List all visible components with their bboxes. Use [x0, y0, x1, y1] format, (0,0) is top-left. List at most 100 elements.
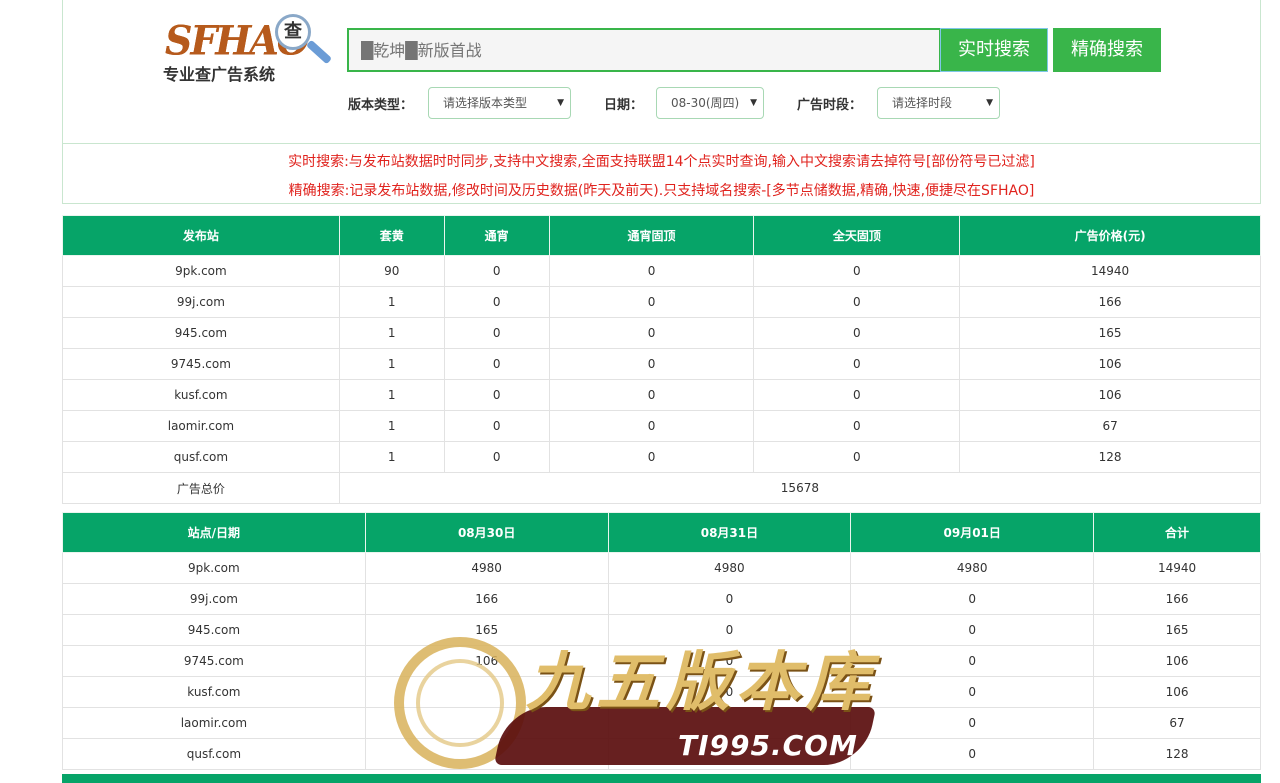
cell: 1: [338, 286, 445, 318]
page-container: SFHAO 查 专业查广告系统 实时搜索 精确搜索 版本类型： 请选择版本类型 …: [62, 0, 1262, 783]
cell: 166: [1093, 583, 1261, 615]
cell: 0: [753, 317, 961, 349]
cell: laomir.com: [62, 410, 340, 442]
cell: 99j.com: [62, 286, 340, 318]
cell: 0: [443, 255, 550, 287]
period-select[interactable]: 请选择时段 ▼: [877, 87, 1000, 119]
cell: 0: [753, 286, 961, 318]
date-select[interactable]: 08-30(周四) ▼: [656, 87, 764, 119]
cell: 0: [548, 379, 755, 411]
col-header: 站点/日期: [62, 512, 366, 553]
cell: kusf.com: [62, 379, 340, 411]
cell: 0: [607, 676, 852, 708]
cell: 0: [443, 410, 550, 442]
cell: 9pk.com: [62, 552, 366, 584]
dropdown-arrow-icon: ▼: [986, 98, 993, 108]
table-header-row: 发布站 套黄 通宵 通宵固顶 全天固顶 广告价格(元): [62, 215, 1261, 256]
cell: 0: [753, 255, 961, 287]
realtime-search-button[interactable]: 实时搜索: [940, 28, 1048, 72]
col-header: 09月01日: [850, 512, 1095, 553]
table-row: 9745.com 1 0 0 0 106: [62, 348, 1261, 380]
cell: 0: [548, 255, 755, 287]
cell: 0: [850, 707, 1095, 739]
cell: 9745.com: [62, 348, 340, 380]
dropdown-arrow-icon: ▼: [557, 98, 564, 108]
exact-search-button[interactable]: 精确搜索: [1053, 28, 1161, 72]
cell: 0: [850, 614, 1095, 646]
cell: 165: [1093, 614, 1261, 646]
cell: qusf.com: [62, 441, 340, 473]
cell: [364, 676, 609, 708]
cell: 0: [443, 317, 550, 349]
cell: 14940: [1093, 552, 1261, 584]
cell: 0: [548, 286, 755, 318]
cell: 1: [338, 441, 445, 473]
total-value: 15678: [338, 472, 1262, 504]
cell: 0: [548, 348, 755, 380]
search-input[interactable]: [361, 30, 939, 70]
cell: 165: [959, 317, 1261, 349]
cell: 67: [1093, 707, 1261, 739]
cell: 106: [1093, 645, 1261, 677]
cell: 0: [753, 441, 961, 473]
cell: 67: [959, 410, 1261, 442]
cell: 128: [959, 441, 1261, 473]
col-header: 广告价格(元): [959, 215, 1261, 256]
cell: 0: [548, 410, 755, 442]
col-header: 08月31日: [607, 512, 852, 553]
logo-tagline: 专业查广告系统: [163, 65, 276, 84]
search-field[interactable]: [347, 28, 941, 72]
period-label: 广告时段：: [797, 98, 863, 113]
cell: 14940: [959, 255, 1261, 287]
table-row: qusf.com 1 0 0 0 128: [62, 441, 1261, 473]
header: SFHAO 查 专业查广告系统 实时搜索 精确搜索 版本类型： 请选择版本类型 …: [62, 0, 1261, 144]
cell: 166: [364, 583, 609, 615]
cell: 0: [607, 583, 852, 615]
cell: 1: [338, 410, 445, 442]
table-header-row: 站点/日期 08月30日 08月31日 09月01日 合计: [62, 512, 1261, 553]
total-row: 广告总价 15678: [62, 472, 1262, 504]
cell: 128: [1093, 738, 1261, 770]
table-row: 945.com 1 0 0 0 165: [62, 317, 1261, 349]
cell: 0: [850, 738, 1095, 770]
cell: 945.com: [62, 614, 366, 646]
cell: 0: [753, 410, 961, 442]
table-row: 99j.com 166 0 0 166: [62, 583, 1261, 615]
cell: 0: [443, 348, 550, 380]
cell: 945.com: [62, 317, 340, 349]
version-type-value: 请选择版本类型: [443, 96, 528, 110]
cell: 0: [548, 317, 755, 349]
cell: 0: [607, 645, 852, 677]
cell: 1: [338, 348, 445, 380]
cell: 165: [364, 614, 609, 646]
magnifier-handle: [305, 39, 333, 65]
cell: 4980: [607, 552, 852, 584]
logo[interactable]: SFHAO 查 专业查广告系统: [161, 14, 341, 84]
period-value: 请选择时段: [892, 96, 953, 110]
version-type-select[interactable]: 请选择版本类型 ▼: [428, 87, 571, 119]
cell: [607, 738, 852, 770]
table-row: kusf.com 0 0 106: [62, 676, 1261, 708]
total-label: 广告总价: [62, 472, 340, 504]
cell: [364, 707, 609, 739]
col-header: 通宵: [443, 215, 550, 256]
cell: laomir.com: [62, 707, 366, 739]
next-table-header: [62, 774, 1261, 783]
cell: 9pk.com: [62, 255, 340, 287]
version-type-label: 版本类型：: [348, 98, 414, 113]
table-row: 99j.com 1 0 0 0 166: [62, 286, 1261, 318]
cell: 0: [850, 583, 1095, 615]
notice-realtime: 实时搜索:与发布站数据时时同步,支持中文搜索,全面支持联盟14个点实时查询,输入…: [288, 154, 1035, 170]
date-breakdown-table: 站点/日期 08月30日 08月31日 09月01日 合计 9pk.com 49…: [62, 512, 1261, 770]
table-row: laomir.com 0 67: [62, 707, 1261, 739]
table-row: kusf.com 1 0 0 0 106: [62, 379, 1261, 411]
cell: 0: [548, 441, 755, 473]
cell: 166: [959, 286, 1261, 318]
notice-exact: 精确搜索:记录发布站数据,修改时间及历史数据(昨天及前天).只支持域名搜索-[多…: [288, 183, 1035, 199]
ads-price-table: 发布站 套黄 通宵 通宵固顶 全天固顶 广告价格(元) 9pk.com 90 0…: [62, 215, 1262, 504]
cell: 0: [607, 614, 852, 646]
cell: [364, 738, 609, 770]
table-row: 945.com 165 0 0 165: [62, 614, 1261, 646]
col-header: 合计: [1093, 512, 1261, 553]
col-header: 全天固顶: [753, 215, 961, 256]
